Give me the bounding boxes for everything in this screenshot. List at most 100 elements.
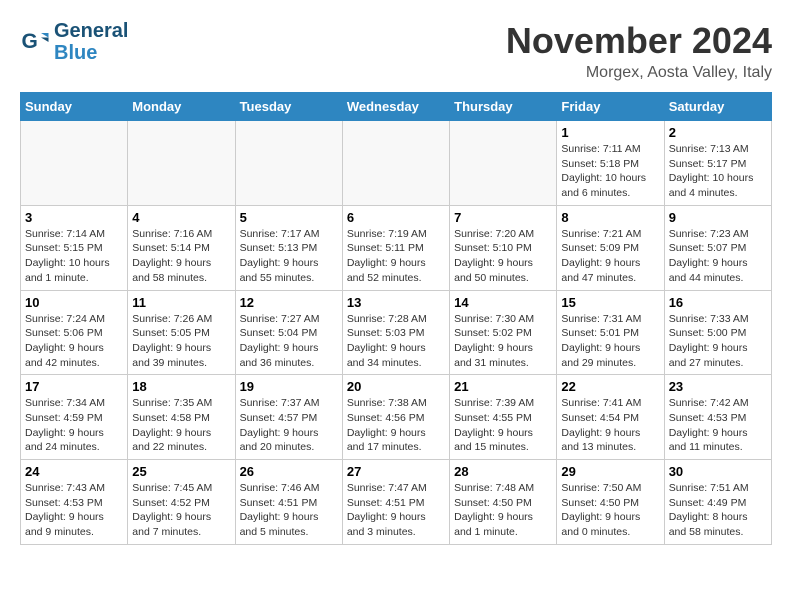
calendar-cell: 15 Sunrise: 7:31 AM Sunset: 5:01 PM Dayli… bbox=[557, 290, 664, 375]
day-number: 21 bbox=[454, 379, 552, 394]
svg-text:G: G bbox=[22, 30, 38, 53]
header: G General Blue November 2024 Morgex, Aos… bbox=[20, 20, 772, 82]
day-number: 18 bbox=[132, 379, 230, 394]
week-row-5: 24Sunrise: 7:43 AM Sunset: 4:53 PM Dayli… bbox=[21, 460, 772, 545]
calendar-cell bbox=[128, 121, 235, 206]
calendar-cell: 10 Sunrise: 7:24 AM Sunset: 5:06 PM Dayli… bbox=[21, 290, 128, 375]
day-info: Sunrise: 7:21 AM Sunset: 5:09 PM Dayligh… bbox=[561, 227, 659, 286]
calendar-cell: 17 Sunrise: 7:34 AM Sunset: 4:59 PM Dayli… bbox=[21, 375, 128, 460]
calendar-cell: 7 Sunrise: 7:20 AM Sunset: 5:10 PM Daylig… bbox=[450, 205, 557, 290]
day-number: 6 bbox=[347, 210, 445, 225]
day-info: Sunrise: 7:34 AM Sunset: 4:59 PM Dayligh… bbox=[25, 396, 123, 455]
day-number: 4 bbox=[132, 210, 230, 225]
day-info: Sunrise: 7:23 AM Sunset: 5:07 PM Dayligh… bbox=[669, 227, 767, 286]
calendar-cell bbox=[235, 121, 342, 206]
page: G General Blue November 2024 Morgex, Aos… bbox=[0, 0, 792, 555]
day-info: Sunrise: 7:33 AM Sunset: 5:00 PM Dayligh… bbox=[669, 312, 767, 371]
weekday-header-friday: Friday bbox=[557, 93, 664, 121]
calendar-cell: 21 Sunrise: 7:39 AM Sunset: 4:55 PM Dayli… bbox=[450, 375, 557, 460]
day-info: Sunrise: 7:35 AM Sunset: 4:58 PM Dayligh… bbox=[132, 396, 230, 455]
day-number: 15 bbox=[561, 295, 659, 310]
location: Morgex, Aosta Valley, Italy bbox=[506, 64, 772, 82]
calendar-cell bbox=[342, 121, 449, 206]
day-number: 8 bbox=[561, 210, 659, 225]
weekday-header-wednesday: Wednesday bbox=[342, 93, 449, 121]
day-number: 5 bbox=[240, 210, 338, 225]
day-info: Sunrise: 7:14 AM Sunset: 5:15 PM Dayligh… bbox=[25, 227, 123, 286]
day-number: 9 bbox=[669, 210, 767, 225]
calendar-cell: 3Sunrise: 7:14 AM Sunset: 5:15 PM Daylig… bbox=[21, 205, 128, 290]
calendar-cell: 14 Sunrise: 7:30 AM Sunset: 5:02 PM Dayli… bbox=[450, 290, 557, 375]
calendar-cell: 4 Sunrise: 7:16 AM Sunset: 5:14 PM Daylig… bbox=[128, 205, 235, 290]
calendar-cell: 25 Sunrise: 7:45 AM Sunset: 4:52 PM Dayli… bbox=[128, 460, 235, 545]
calendar-cell: 18 Sunrise: 7:35 AM Sunset: 4:58 PM Dayli… bbox=[128, 375, 235, 460]
day-number: 29 bbox=[561, 464, 659, 479]
day-number: 13 bbox=[347, 295, 445, 310]
day-number: 20 bbox=[347, 379, 445, 394]
day-info: Sunrise: 7:16 AM Sunset: 5:14 PM Dayligh… bbox=[132, 227, 230, 286]
day-number: 17 bbox=[25, 379, 123, 394]
day-info: Sunrise: 7:20 AM Sunset: 5:10 PM Dayligh… bbox=[454, 227, 552, 286]
logo-text: General Blue bbox=[54, 20, 128, 64]
day-info: Sunrise: 7:30 AM Sunset: 5:02 PM Dayligh… bbox=[454, 312, 552, 371]
weekday-header-saturday: Saturday bbox=[664, 93, 771, 121]
day-info: Sunrise: 7:48 AM Sunset: 4:50 PM Dayligh… bbox=[454, 481, 552, 540]
calendar-cell: 12 Sunrise: 7:27 AM Sunset: 5:04 PM Dayli… bbox=[235, 290, 342, 375]
calendar-cell: 11Sunrise: 7:26 AM Sunset: 5:05 PM Dayli… bbox=[128, 290, 235, 375]
calendar-cell: 8 Sunrise: 7:21 AM Sunset: 5:09 PM Daylig… bbox=[557, 205, 664, 290]
day-number: 30 bbox=[669, 464, 767, 479]
day-info: Sunrise: 7:19 AM Sunset: 5:11 PM Dayligh… bbox=[347, 227, 445, 286]
calendar-cell: 23Sunrise: 7:42 AM Sunset: 4:53 PM Dayli… bbox=[664, 375, 771, 460]
weekday-header-row: SundayMondayTuesdayWednesdayThursdayFrid… bbox=[21, 93, 772, 121]
day-number: 10 bbox=[25, 295, 123, 310]
day-info: Sunrise: 7:41 AM Sunset: 4:54 PM Dayligh… bbox=[561, 396, 659, 455]
day-number: 16 bbox=[669, 295, 767, 310]
calendar-cell bbox=[450, 121, 557, 206]
calendar-cell: 30 Sunrise: 7:51 AM Sunset: 4:49 PM Dayli… bbox=[664, 460, 771, 545]
week-row-1: 1Sunrise: 7:11 AM Sunset: 5:18 PM Daylig… bbox=[21, 121, 772, 206]
day-info: Sunrise: 7:17 AM Sunset: 5:13 PM Dayligh… bbox=[240, 227, 338, 286]
day-info: Sunrise: 7:37 AM Sunset: 4:57 PM Dayligh… bbox=[240, 396, 338, 455]
calendar-cell: 16 Sunrise: 7:33 AM Sunset: 5:00 PM Dayli… bbox=[664, 290, 771, 375]
calendar-cell: 24Sunrise: 7:43 AM Sunset: 4:53 PM Dayli… bbox=[21, 460, 128, 545]
week-row-3: 10 Sunrise: 7:24 AM Sunset: 5:06 PM Dayli… bbox=[21, 290, 772, 375]
day-info: Sunrise: 7:43 AM Sunset: 4:53 PM Dayligh… bbox=[25, 481, 123, 540]
week-row-4: 17 Sunrise: 7:34 AM Sunset: 4:59 PM Dayli… bbox=[21, 375, 772, 460]
day-number: 2 bbox=[669, 125, 767, 140]
calendar-cell: 5 Sunrise: 7:17 AM Sunset: 5:13 PM Daylig… bbox=[235, 205, 342, 290]
day-info: Sunrise: 7:27 AM Sunset: 5:04 PM Dayligh… bbox=[240, 312, 338, 371]
day-info: Sunrise: 7:45 AM Sunset: 4:52 PM Dayligh… bbox=[132, 481, 230, 540]
calendar-cell: 19 Sunrise: 7:37 AM Sunset: 4:57 PM Dayli… bbox=[235, 375, 342, 460]
day-info: Sunrise: 7:31 AM Sunset: 5:01 PM Dayligh… bbox=[561, 312, 659, 371]
calendar-cell bbox=[21, 121, 128, 206]
day-info: Sunrise: 7:39 AM Sunset: 4:55 PM Dayligh… bbox=[454, 396, 552, 455]
day-info: Sunrise: 7:26 AM Sunset: 5:05 PM Dayligh… bbox=[132, 312, 230, 371]
day-info: Sunrise: 7:13 AM Sunset: 5:17 PM Dayligh… bbox=[669, 142, 767, 201]
calendar-table: SundayMondayTuesdayWednesdayThursdayFrid… bbox=[20, 92, 772, 545]
day-number: 14 bbox=[454, 295, 552, 310]
week-row-2: 3Sunrise: 7:14 AM Sunset: 5:15 PM Daylig… bbox=[21, 205, 772, 290]
day-number: 26 bbox=[240, 464, 338, 479]
day-info: Sunrise: 7:51 AM Sunset: 4:49 PM Dayligh… bbox=[669, 481, 767, 540]
day-info: Sunrise: 7:50 AM Sunset: 4:50 PM Dayligh… bbox=[561, 481, 659, 540]
day-number: 19 bbox=[240, 379, 338, 394]
calendar-cell: 6 Sunrise: 7:19 AM Sunset: 5:11 PM Daylig… bbox=[342, 205, 449, 290]
calendar-cell: 9 Sunrise: 7:23 AM Sunset: 5:07 PM Daylig… bbox=[664, 205, 771, 290]
day-info: Sunrise: 7:46 AM Sunset: 4:51 PM Dayligh… bbox=[240, 481, 338, 540]
day-number: 7 bbox=[454, 210, 552, 225]
weekday-header-thursday: Thursday bbox=[450, 93, 557, 121]
day-number: 1 bbox=[561, 125, 659, 140]
logo: G General Blue bbox=[20, 20, 128, 64]
calendar-cell: 29 Sunrise: 7:50 AM Sunset: 4:50 PM Dayli… bbox=[557, 460, 664, 545]
calendar-cell: 27Sunrise: 7:47 AM Sunset: 4:51 PM Dayli… bbox=[342, 460, 449, 545]
day-info: Sunrise: 7:24 AM Sunset: 5:06 PM Dayligh… bbox=[25, 312, 123, 371]
day-info: Sunrise: 7:42 AM Sunset: 4:53 PM Dayligh… bbox=[669, 396, 767, 455]
logo-icon: G bbox=[20, 27, 50, 57]
day-number: 22 bbox=[561, 379, 659, 394]
day-number: 12 bbox=[240, 295, 338, 310]
calendar-cell: 20Sunrise: 7:38 AM Sunset: 4:56 PM Dayli… bbox=[342, 375, 449, 460]
calendar-cell: 13 Sunrise: 7:28 AM Sunset: 5:03 PM Dayli… bbox=[342, 290, 449, 375]
calendar-cell: 28Sunrise: 7:48 AM Sunset: 4:50 PM Dayli… bbox=[450, 460, 557, 545]
day-info: Sunrise: 7:28 AM Sunset: 5:03 PM Dayligh… bbox=[347, 312, 445, 371]
day-number: 25 bbox=[132, 464, 230, 479]
